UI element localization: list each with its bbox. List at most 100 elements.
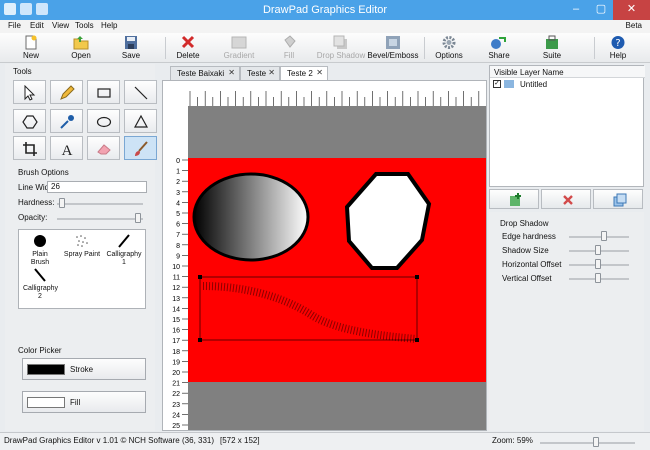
menu-tools[interactable]: Tools [75,21,94,30]
crop-tool[interactable] [13,136,46,160]
layer-name-column-header: Layer Name [520,68,564,77]
line-width-input[interactable]: 26 [47,181,147,193]
tools-label: Tools [13,67,32,76]
fill-color-button[interactable]: Fill [22,391,146,413]
title-bar: DrawPad Graphics Editor – ▢ ✕ [0,0,650,20]
tab-teste[interactable]: Teste ✕ [240,66,280,80]
triangle-tool[interactable] [124,109,157,133]
tab-teste-baixaki[interactable]: Teste Baixaki ✕ [170,66,240,80]
shadow-size-label: Shadow Size [502,246,549,255]
minimize-button[interactable]: – [563,0,589,20]
brush-calligraphy-1[interactable]: Calligraphy 1 [105,234,143,267]
status-version: DrawPad Graphics Editor v 1.01 © NCH Sof… [4,436,180,445]
opacity-slider-thumb[interactable] [135,213,141,223]
ruler-label: 6 [176,222,180,229]
tab-label: Teste Baixaki [177,69,225,78]
gradient-ellipse[interactable] [192,172,310,262]
layer-name: Untitled [520,80,548,89]
toolbar-separator [165,37,166,59]
opacity-label: Opacity: [18,213,48,222]
drop-shadow-panel: Drop Shadow Edge hardness Shadow Size Ho… [489,212,644,431]
menu-file[interactable]: File [8,21,21,30]
brush-calligraphy-2[interactable]: Calligraphy 2 [23,268,59,301]
tab-close-icon[interactable]: ✕ [268,68,275,77]
ruler-label: 13 [172,296,180,303]
suite-button[interactable]: Suite [536,34,568,62]
brush-calligraphy-2-label: Calligraphy 2 [23,285,59,300]
edge-hardness-slider-track[interactable] [569,236,629,238]
hardness-slider-thumb[interactable] [59,198,65,208]
ruler-label: 21 [172,381,180,388]
polygon-tool[interactable] [13,109,46,133]
delete-button[interactable]: Delete [170,34,206,62]
canvas-svg[interactable]: 0123456789101112131415161718192021222324… [163,81,486,430]
horizontal-offset-slider-thumb[interactable] [595,259,601,269]
close-button[interactable]: ✕ [613,0,650,20]
drop-shadow-button[interactable]: Drop Shadow [316,34,366,62]
duplicate-layer-button[interactable] [593,189,643,209]
rectangle-tool[interactable] [87,80,120,104]
opacity-slider-track[interactable] [57,218,143,220]
tab-close-icon[interactable]: ✕ [316,68,323,77]
maximize-button[interactable]: ▢ [589,0,613,20]
selection-handle[interactable] [198,338,202,342]
selection-handle[interactable] [415,275,419,279]
selection-handle[interactable] [198,275,202,279]
vertical-offset-slider-thumb[interactable] [595,273,601,283]
ruler-label: 0 [176,158,180,165]
selection-handle[interactable] [415,338,419,342]
brush-spray[interactable]: Spray Paint [63,234,101,259]
share-button[interactable]: Share [483,34,515,62]
select-tool[interactable] [13,80,46,104]
new-button[interactable]: New [12,34,50,62]
color-picker-tool[interactable] [50,109,83,133]
ruler-label: 22 [172,391,180,398]
status-size: [572 x 152] [220,436,260,445]
layer-visible-checkbox[interactable]: ✓ [493,80,501,88]
edge-hardness-slider-thumb[interactable] [601,231,607,241]
tab-close-icon[interactable]: ✕ [228,68,235,77]
help-button[interactable]: ? Help [603,34,633,62]
pencil-tool[interactable] [50,80,83,104]
hardness-slider-track[interactable] [57,203,143,205]
menu-view[interactable]: View [52,21,69,30]
add-layer-button[interactable] [489,189,539,209]
zoom-slider-thumb[interactable] [593,437,600,447]
fill-button[interactable]: Fill [275,34,303,62]
layer-buttons [489,189,644,209]
eraser-tool[interactable] [87,136,120,160]
visible-column-header: Visible [494,68,518,77]
fill-color-label: Fill [70,398,81,407]
shadow-size-slider-thumb[interactable] [595,245,601,255]
menu-help[interactable]: Help [101,21,117,30]
canvas-area[interactable]: 0 1 2 3 4 5 6 7 8 9 10 11 12 13 14 15 16 17 18 19 20 21 22 23 24… [162,80,487,431]
toolbar-separator [594,37,595,59]
menu-edit[interactable]: Edit [30,21,44,30]
bevel-emboss-button[interactable]: Bevel/Emboss [367,34,419,62]
stroke-color-button[interactable]: Stroke [22,358,146,380]
menu-bar: File Edit View Tools Help Beta [0,20,650,33]
edge-hardness-label: Edge hardness [502,232,556,241]
open-button[interactable]: Open [62,34,100,62]
suite-icon [546,35,558,49]
save-button[interactable]: Save [112,34,150,62]
line-tool[interactable] [124,80,157,104]
brush-plain[interactable]: Plain Brush [23,234,57,267]
ellipse-tool[interactable] [87,109,120,133]
horizontal-ruler [163,81,486,106]
delete-layer-button[interactable] [541,189,591,209]
layer-row[interactable]: ✓ Untitled [490,79,645,90]
paint-brush-icon [135,141,148,156]
gradient-button[interactable]: Gradient [220,34,258,62]
options-button[interactable]: Options [430,34,468,62]
suite-label: Suite [542,51,562,60]
zoom-slider-track[interactable] [540,442,635,444]
rectangle-icon [97,88,111,98]
horizontal-offset-label: Horizontal Offset [502,260,562,269]
tab-teste-2[interactable]: Teste 2 ✕ [280,66,328,81]
share-icon [491,37,506,49]
text-tool[interactable]: A [50,136,83,160]
ruler-label: 18 [172,349,180,356]
brush-calligraphy-1-label: Calligraphy 1 [106,251,142,266]
brush-tool[interactable] [124,136,157,160]
